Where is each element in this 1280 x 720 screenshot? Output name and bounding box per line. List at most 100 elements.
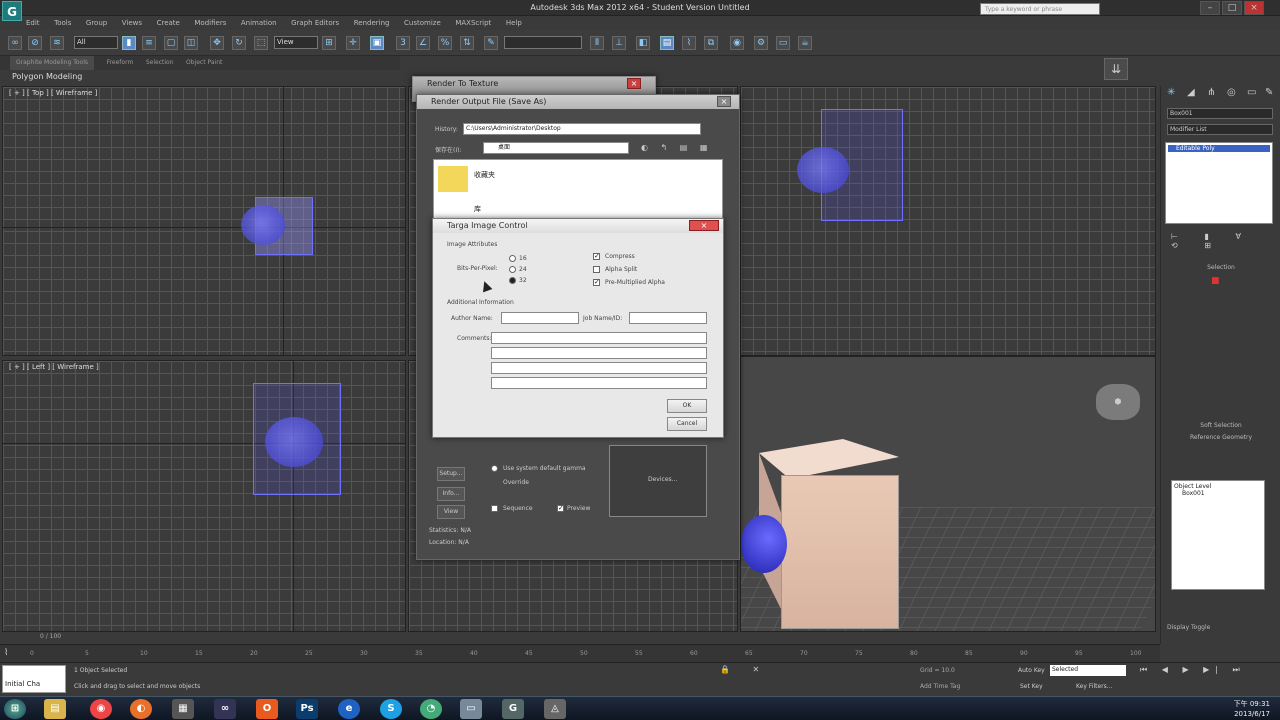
menu-tools[interactable]: Tools <box>54 16 71 30</box>
info-button[interactable]: Info... <box>437 487 465 501</box>
display-tab-icon[interactable]: ▭ <box>1247 87 1256 98</box>
skype-icon[interactable]: S <box>380 699 402 719</box>
tab-freeform[interactable]: Freeform <box>107 56 134 70</box>
vs-icon[interactable]: ∞ <box>214 699 236 719</box>
comments-line-3[interactable] <box>491 362 707 374</box>
add-time-tag[interactable]: Add Time Tag <box>920 683 960 690</box>
preview-checkbox[interactable]: ✓ <box>557 505 564 512</box>
select-object-icon[interactable]: ▮ <box>122 36 136 50</box>
sphere-shaded[interactable] <box>741 515 787 573</box>
viewport-perspective[interactable] <box>740 356 1156 632</box>
render-production-icon[interactable]: ☕ <box>798 36 812 50</box>
reference-geometry-rollout[interactable]: Reference Geometry <box>1167 432 1275 443</box>
file-item-favorites[interactable]: 收藏夹 <box>474 170 495 180</box>
layer-manager-icon[interactable]: ◧ <box>636 36 650 50</box>
auto-key-button[interactable]: Auto Key <box>1018 667 1045 674</box>
viewcube-icon[interactable]: ⬢ <box>1096 384 1140 420</box>
spinner-snap-icon[interactable]: ⇅ <box>460 36 474 50</box>
move-icon[interactable]: ✥ <box>210 36 224 50</box>
create-tab-icon[interactable]: ✳ <box>1167 87 1175 98</box>
stack-item-editable-poly[interactable]: Editable Poly <box>1168 145 1270 152</box>
modify-tab-icon[interactable]: ◢ <box>1187 87 1195 98</box>
bpp-32-radio[interactable] <box>509 277 516 284</box>
targa-close-button[interactable]: × <box>689 220 719 231</box>
menu-maxscript[interactable]: MAXScript <box>455 16 491 30</box>
modifier-stack[interactable]: Editable Poly <box>1165 142 1273 224</box>
link-icon[interactable]: ∞ <box>8 36 22 50</box>
unlink-icon[interactable]: ⊘ <box>28 36 42 50</box>
viewport-top-label[interactable]: [ + ] [ Top ] [ Wireframe ] <box>9 89 97 97</box>
compress-checkbox[interactable]: ✓ <box>593 253 600 260</box>
bpp-24-radio[interactable] <box>509 266 516 273</box>
sphere-wireframe-top[interactable] <box>241 205 285 245</box>
window-icon[interactable]: ▭ <box>460 699 482 719</box>
setup-button[interactable]: Setup... <box>437 467 465 481</box>
view-button[interactable]: View <box>437 505 465 519</box>
curve-editor-icon[interactable]: ⌇ <box>682 36 696 50</box>
app-icon[interactable]: ▦ <box>172 699 194 719</box>
cancel-button[interactable]: Cancel <box>667 417 707 431</box>
utility-icon[interactable]: ◔ <box>420 699 442 719</box>
tab-graphite-modeling[interactable]: Graphite Modeling Tools <box>10 56 95 70</box>
menu-customize[interactable]: Customize <box>404 16 441 30</box>
history-select[interactable]: C:\Users\Administrator\Desktop <box>463 123 701 135</box>
menu-group[interactable]: Group <box>86 16 107 30</box>
menu-animation[interactable]: Animation <box>241 16 277 30</box>
viewport-left[interactable]: [ + ] [ Left ] [ Wireframe ] <box>2 360 406 632</box>
modifier-list-select[interactable]: Modifier List <box>1167 124 1273 135</box>
playback-controls-icon[interactable]: ⏮ ◀ ▶ ▶| ⏭ <box>1140 665 1246 675</box>
premultiplied-alpha-checkbox[interactable]: ✓ <box>593 279 600 286</box>
graphite-tools-icon[interactable]: ▤ <box>660 36 674 50</box>
select-manipulate-icon[interactable]: ✛ <box>346 36 360 50</box>
track-bar[interactable]: 0 5 10 15 20 25 30 35 40 45 50 55 60 65 70 75 80 85 90 95 10… <box>30 648 1150 660</box>
firefox-icon[interactable]: ◐ <box>130 699 152 719</box>
folder-nav-icons[interactable]: ◐ ↰ ▤ ▦ <box>641 143 712 152</box>
key-filters-button[interactable]: Key Filters... <box>1076 683 1113 690</box>
key-mode-select[interactable]: Selected <box>1050 665 1126 676</box>
comments-line-4[interactable] <box>491 377 707 389</box>
sequence-checkbox[interactable] <box>491 505 498 512</box>
job-name-field[interactable] <box>629 312 707 324</box>
schematic-view-icon[interactable]: ⧉ <box>704 36 718 50</box>
ie-icon[interactable]: e <box>338 699 360 719</box>
menu-edit[interactable]: Edit <box>26 16 40 30</box>
player-icon[interactable]: ◬ <box>544 699 566 719</box>
rectangular-selection-icon[interactable]: ▢ <box>164 36 178 50</box>
devices-label[interactable]: Devices... <box>648 476 677 483</box>
selection-rollout[interactable]: Selection <box>1167 262 1275 273</box>
hierarchy-tab-icon[interactable]: ⋔ <box>1207 87 1215 98</box>
ok-button[interactable]: OK <box>667 399 707 413</box>
tab-object-paint[interactable]: Object Paint <box>186 56 222 70</box>
explorer-icon[interactable]: ▤ <box>44 699 66 719</box>
maximize-button[interactable]: □ <box>1222 1 1242 15</box>
object-name-field[interactable]: Box001 <box>1167 108 1273 119</box>
timeline[interactable]: ⌇ 0 / 100 0 5 10 15 20 25 30 35 40 45 50 55 60 65 70 75… <box>0 633 1160 662</box>
menu-views[interactable]: Views <box>122 16 142 30</box>
system-clock[interactable]: 下午 09:31 2013/6/17 <box>1234 699 1270 719</box>
utilities-tab-icon[interactable]: ✎ <box>1265 87 1273 98</box>
set-key-button[interactable]: Set Key <box>1020 683 1043 690</box>
edit-named-selection-icon[interactable]: ✎ <box>484 36 498 50</box>
material-editor-icon[interactable]: ◉ <box>730 36 744 50</box>
chrome-icon[interactable]: ◉ <box>90 699 112 719</box>
object-level-item[interactable]: Object Level <box>1174 483 1262 490</box>
sphere-wireframe-front[interactable] <box>797 147 849 193</box>
alpha-split-checkbox[interactable] <box>593 266 600 273</box>
select-by-name-icon[interactable]: ≡ <box>142 36 156 50</box>
author-name-field[interactable] <box>501 312 579 324</box>
start-button-icon[interactable]: ⊞ <box>4 699 26 719</box>
window-crossing-icon[interactable]: ◫ <box>184 36 198 50</box>
office-icon[interactable]: O <box>256 699 278 719</box>
menu-create[interactable]: Create <box>157 16 180 30</box>
sphere-wireframe-left[interactable] <box>265 417 323 467</box>
viewport-top[interactable]: [ + ] [ Top ] [ Wireframe ] <box>2 86 406 356</box>
menu-graph-editors[interactable]: Graph Editors <box>291 16 339 30</box>
keyboard-shortcut-override-icon[interactable]: ▣ <box>370 36 384 50</box>
render-to-texture-close-button[interactable]: × <box>627 78 641 89</box>
gamma-radio[interactable] <box>491 465 498 472</box>
ribbon-toggle-icon[interactable]: ⇊ <box>1104 58 1128 80</box>
percent-snap-icon[interactable]: % <box>438 36 452 50</box>
file-list[interactable]: 收藏夹 库 <box>433 159 723 219</box>
rendered-frame-window-icon[interactable]: ▭ <box>776 36 790 50</box>
motion-tab-icon[interactable]: ◎ <box>1227 87 1236 98</box>
